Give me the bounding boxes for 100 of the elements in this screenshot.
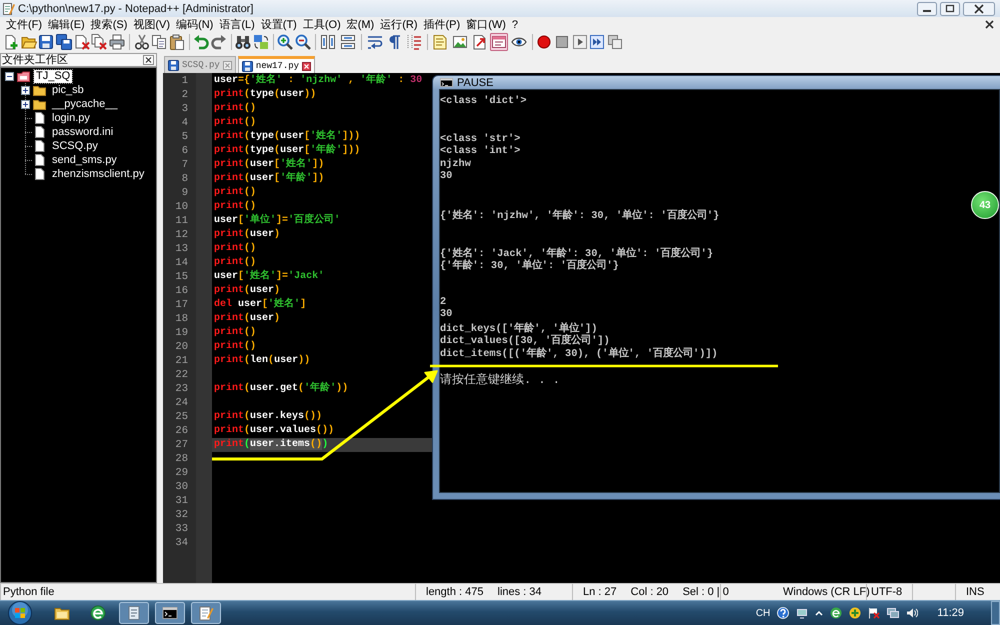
clock-time[interactable]: 11:29 <box>937 607 964 619</box>
tab[interactable]: SCSQ.py <box>164 56 236 73</box>
expand-icon[interactable] <box>21 86 30 94</box>
close-icon[interactable] <box>302 62 312 70</box>
browser-icon[interactable] <box>830 607 842 619</box>
menu-item[interactable]: 编辑(E) <box>45 18 88 32</box>
zoom-out-icon[interactable] <box>295 34 312 50</box>
status-text: Ln : 27 <box>583 586 617 598</box>
close-icon[interactable] <box>985 20 994 29</box>
close-file-icon[interactable] <box>74 34 90 50</box>
save-icon[interactable] <box>38 34 54 50</box>
page-icon[interactable] <box>432 34 448 50</box>
console-line: <class 'dict'> <box>440 95 527 108</box>
find-icon[interactable] <box>235 34 252 50</box>
line-number: 30 <box>175 480 188 494</box>
record-icon[interactable] <box>536 34 552 50</box>
expand-icon[interactable] <box>21 100 30 108</box>
notepad-icon[interactable] <box>191 602 221 624</box>
plus-icon[interactable] <box>849 607 862 619</box>
code-line: print(user.get('年龄')) <box>214 382 348 396</box>
menu-item[interactable]: 宏(M) <box>344 18 378 32</box>
line-number: 1 <box>182 74 188 88</box>
line-number: 20 <box>175 340 188 354</box>
display-icon[interactable] <box>796 607 808 619</box>
console-line: <class 'int'> <box>440 145 520 158</box>
code-line: user['单位']='百度公司' <box>214 214 340 228</box>
tree-item[interactable]: SCSQ.py <box>50 140 100 152</box>
menu-item[interactable]: 插件(P) <box>420 18 464 32</box>
menu-item[interactable]: 语言(L) <box>216 18 258 32</box>
open-folder-icon[interactable] <box>20 34 37 50</box>
play-icon[interactable] <box>572 34 588 50</box>
page-arrow-icon[interactable] <box>472 34 488 50</box>
show-desktop-icon[interactable] <box>991 601 1000 625</box>
replace-icon[interactable] <box>253 34 269 50</box>
tree-item[interactable]: password.ini <box>50 126 116 138</box>
minimize-icon[interactable] <box>917 2 937 16</box>
stop-icon[interactable] <box>554 34 570 50</box>
menu-item[interactable]: 视图(V) <box>130 18 174 32</box>
line-number: 24 <box>175 396 188 410</box>
chevron-up-icon[interactable] <box>815 609 824 617</box>
tab[interactable]: new17.py <box>238 56 316 73</box>
redo-icon[interactable] <box>210 34 227 50</box>
speaker-icon[interactable] <box>906 607 918 619</box>
fast-forward-icon[interactable] <box>589 34 606 50</box>
sync-vertical-icon[interactable] <box>320 34 336 50</box>
tree-item[interactable]: TJ_SQ <box>34 70 72 82</box>
code-line: print() <box>214 102 256 116</box>
flag-icon[interactable] <box>868 607 880 619</box>
tree-item[interactable]: login.py <box>50 112 92 124</box>
tree-item[interactable]: pic_sb <box>50 84 86 96</box>
window-title: C:\python\new17.py - Notepad++ [Administrator] <box>18 2 254 14</box>
notebook-icon[interactable] <box>119 602 149 624</box>
save-all-icon[interactable] <box>56 34 72 50</box>
maximize-icon[interactable] <box>940 2 960 16</box>
code-line: print(type(user['年龄'])) <box>214 144 360 158</box>
code-line: print() <box>214 326 256 340</box>
code-line: print(user) <box>214 284 280 298</box>
collapse-icon[interactable] <box>5 72 14 80</box>
menu-item[interactable]: ? <box>508 18 522 32</box>
paste-icon[interactable] <box>168 34 185 50</box>
console-line: 30 <box>440 308 452 321</box>
sync-horizontal-icon[interactable] <box>340 34 356 50</box>
menu-item[interactable]: 运行(R) <box>377 18 421 32</box>
status-text: Windows (CR LF) <box>783 586 870 598</box>
undo-icon[interactable] <box>193 34 210 50</box>
zoom-in-icon[interactable] <box>277 34 294 50</box>
stack-icon[interactable] <box>607 34 624 50</box>
menu-item[interactable]: 工具(O) <box>300 18 344 32</box>
new-file-icon[interactable] <box>3 34 19 50</box>
terminal-icon[interactable] <box>155 602 185 624</box>
tree-item[interactable]: __pycache__ <box>50 98 120 110</box>
window-title: PAUSE <box>457 76 494 88</box>
copy-icon[interactable] <box>151 34 168 50</box>
close-icon[interactable] <box>963 2 995 16</box>
indent-guide-icon[interactable] <box>406 34 422 50</box>
close-all-icon[interactable] <box>91 34 108 50</box>
menu-item[interactable]: 文件(F) <box>3 18 46 32</box>
notepad-icon <box>2 2 15 15</box>
close-icon[interactable] <box>143 55 154 65</box>
input-language[interactable]: CH <box>756 608 770 618</box>
line-number: 23 <box>175 382 188 396</box>
menu-item[interactable]: 搜索(S) <box>88 18 130 32</box>
menu-item[interactable]: 窗口(W) <box>463 18 509 32</box>
help-icon[interactable] <box>777 607 790 619</box>
tree-item[interactable]: send_sms.py <box>50 154 119 166</box>
line-number: 5 <box>182 130 188 144</box>
line-number: 21 <box>175 354 188 368</box>
cut-icon[interactable] <box>134 34 150 50</box>
print-icon[interactable] <box>109 34 126 50</box>
folder-icon[interactable] <box>54 605 70 621</box>
window-icon[interactable] <box>490 33 508 51</box>
image-icon[interactable] <box>452 34 468 50</box>
start-orb-icon[interactable] <box>8 601 32 625</box>
browser-icon[interactable] <box>90 605 106 621</box>
tree-item[interactable]: zhenzismsclient.py <box>50 168 146 180</box>
word-wrap-icon[interactable] <box>366 34 382 50</box>
menu-item[interactable]: 编码(N) <box>173 18 216 32</box>
network-icon[interactable] <box>887 607 900 619</box>
line-number: 12 <box>175 228 188 242</box>
menu-item[interactable]: 设置(T) <box>258 18 300 32</box>
